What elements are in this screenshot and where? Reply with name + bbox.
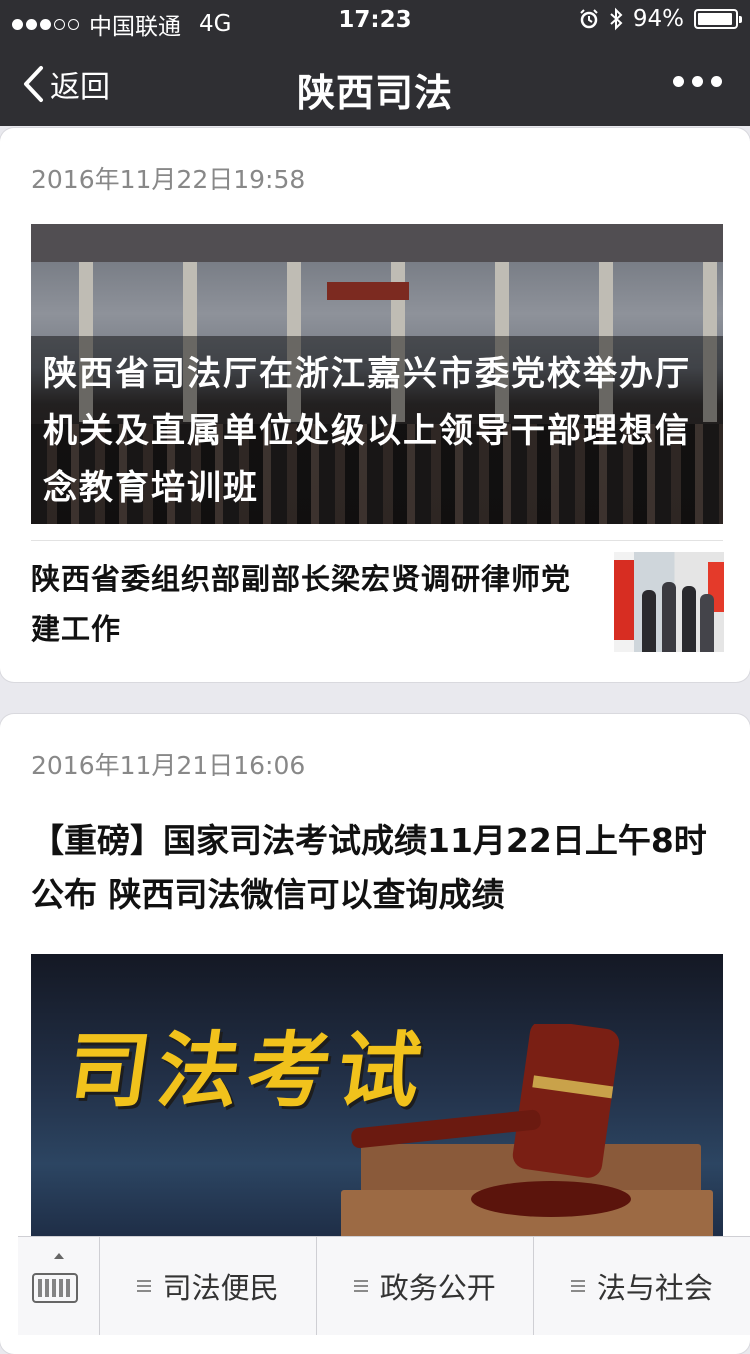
alarm-icon — [580, 9, 598, 29]
tab-sifa-bianmin[interactable]: 司法便民 — [100, 1237, 317, 1335]
nav-bar: 返回 陕西司法 — [0, 40, 750, 126]
tab-label: 司法便民 — [162, 1271, 279, 1305]
bluetooth-icon — [610, 7, 623, 31]
hero-article-title: 陕西省司法厅在浙江嘉兴市委党校举办厅机关及直属单位处级以上领导干部理想信念教育培… — [43, 354, 691, 508]
tab-zhengwu-gongkai[interactable]: 政务公开 — [317, 1237, 534, 1335]
article-group-card-1: 2016年11月22日19:58 陕西省司法厅在浙江嘉兴市委党校举办厅机关及直属… — [0, 128, 750, 682]
battery-percent: 94% — [632, 6, 684, 32]
tab-fa-yu-shehui[interactable]: 法与社会 — [534, 1237, 750, 1335]
list-article-thumbnail[interactable] — [614, 552, 724, 652]
keyboard-icon[interactable] — [18, 1237, 100, 1335]
status-right: 94% — [579, 6, 742, 32]
menu-icon — [136, 1280, 151, 1292]
menu-icon — [353, 1280, 368, 1292]
article-date: 2016年11月21日16:06 — [31, 751, 306, 780]
article-date: 2016年11月22日19:58 — [31, 165, 306, 194]
tab-label: 法与社会 — [596, 1271, 713, 1305]
page-title: 陕西司法 — [296, 71, 453, 115]
divider — [31, 540, 723, 541]
bottom-menu-bar: 司法便民 政务公开 法与社会 — [18, 1236, 750, 1335]
battery-icon — [694, 9, 742, 29]
hero-image-roof — [31, 224, 723, 262]
menu-icon — [570, 1280, 585, 1292]
list-article-title[interactable]: 陕西省委组织部副部长梁宏贤调研律师党建工作 — [31, 554, 571, 654]
hero-article[interactable]: 陕西省司法厅在浙江嘉兴市委党校举办厅机关及直属单位处级以上领导干部理想信念教育培… — [31, 224, 723, 524]
hero-image-sign — [327, 282, 409, 300]
article-headline[interactable]: 【重磅】国家司法考试成绩11月22日上午8时公布 陕西司法微信可以查询成绩 — [31, 814, 721, 922]
exam-cover-image[interactable]: 司法考试 — [31, 954, 723, 1254]
more-dots-icon[interactable] — [673, 76, 722, 87]
status-bar: 中国联通 4G 17:23 94% — [0, 0, 750, 40]
gavel-icon — [351, 1024, 631, 1217]
tab-label: 政务公开 — [379, 1271, 496, 1305]
